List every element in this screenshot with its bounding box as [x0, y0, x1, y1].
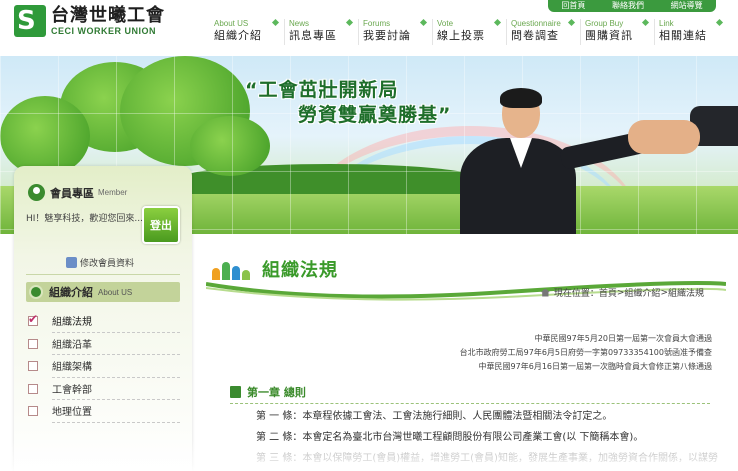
nav-label-cn: 相關連結	[659, 29, 707, 42]
section-title-cn: 組織介紹	[49, 286, 93, 299]
sidebar-item-label: 工會幹部	[52, 384, 92, 396]
nav-label-cn: 組織介紹	[214, 29, 262, 42]
sidebar-item-officers[interactable]: 工會幹部	[28, 378, 180, 400]
logo-name-cn: 台灣世曦工會	[51, 4, 165, 26]
checkmark-icon: ✔	[28, 312, 39, 326]
checkbox-icon	[28, 406, 38, 416]
member-greeting: HI！魅享科技，歡迎您回來....	[26, 214, 146, 224]
article-item: 第 二 條：本會定名為臺北市台灣世曦工程顧問股份有限公司產業工會(以 下簡稱本會…	[256, 432, 644, 443]
nav-forums[interactable]: Forums 我要討論	[358, 18, 432, 45]
sidebar: 會員專區 Member HI！魅享科技，歡迎您回來.... 登出 修改會員資料 …	[14, 166, 192, 471]
member-title-cn: 會員專區	[50, 186, 94, 200]
article-item: 第 三 條：本會以保障勞工(會員)權益，增進勞工(會員)知能，發展生產事業，加強…	[256, 453, 718, 464]
nav-label-cn: 問卷調查	[511, 29, 559, 42]
approval-note: 中華民國97年6月16日第一屆第一次臨時會員大會修正第八條通過	[478, 362, 712, 371]
logo-mark-letter: S	[17, 6, 36, 36]
breadcrumb-about[interactable]: 組織介紹	[624, 286, 660, 299]
nav-link[interactable]: Link 相關連結	[654, 18, 728, 45]
breadcrumb-prefix: 現在位置：	[553, 289, 599, 299]
site-header: S 台灣世曦工會 CECI WORKER UNION 回首頁 聯絡我們 網站導覽…	[0, 0, 738, 56]
sidebar-item-label: 地理位置	[52, 407, 92, 419]
main-content: 組織法規 現在位置： 首頁 > 組織介紹 > 組織法規 中華民國97年5月20日…	[200, 234, 738, 471]
logo-name-en: CECI WORKER UNION	[51, 25, 156, 36]
nav-label-cn: 線上投票	[437, 29, 485, 42]
sidebar-item-history[interactable]: 組織沿革	[28, 333, 180, 355]
banner-slogan-line2: 勞資雙贏奠勝基”	[298, 104, 452, 126]
member-section-title: 會員專區 Member	[28, 184, 127, 201]
people-icon	[212, 258, 252, 280]
sidebar-item-label: 組織架構	[52, 362, 92, 374]
nav-label-cn: 我要討論	[363, 29, 411, 42]
site-logo[interactable]: S 台灣世曦工會 CECI WORKER UNION	[14, 5, 165, 37]
breadcrumb-current: 組織法規	[667, 289, 704, 299]
sidebar-item-location[interactable]: 地理位置	[28, 400, 180, 423]
chapter-heading: 第一章 總則	[230, 384, 710, 404]
divider	[26, 274, 180, 275]
sitemap-link[interactable]: 網站導覽	[671, 1, 703, 11]
approval-note: 中華民國97年5月20日第一屆第一次會員大會通過	[534, 334, 712, 343]
nav-about[interactable]: About US 組織介紹	[210, 18, 284, 45]
chapter-title: 第一章 總則	[247, 386, 306, 399]
user-edit-icon	[66, 257, 77, 268]
section-title-en: About US	[98, 287, 133, 297]
handshake-image	[628, 120, 700, 154]
nav-vote[interactable]: Vote 線上投票	[432, 18, 506, 45]
nav-group-buy[interactable]: Group Buy 團購資訊	[580, 18, 654, 45]
breadcrumb-separator: >	[660, 287, 668, 298]
home-icon	[540, 288, 550, 297]
page-title-area: 組織法規 現在位置： 首頁 > 組織介紹 > 組織法規	[206, 244, 726, 304]
breadcrumb-home[interactable]: 首頁	[599, 286, 617, 299]
book-icon	[230, 386, 241, 398]
about-section-header: 組織介紹 About US	[26, 282, 180, 302]
breadcrumb-separator: >	[616, 287, 625, 298]
sidebar-item-structure[interactable]: 組織架構	[28, 355, 180, 378]
nav-label-cn: 團購資訊	[585, 29, 633, 42]
member-icon	[28, 184, 45, 201]
approval-note: 台北市政府勞工局97年6月5日府勞一字第09733354100號函准予備查	[459, 348, 712, 357]
edit-member-label: 修改會員資料	[80, 259, 135, 269]
nav-questionnaire[interactable]: Questionnaire 問卷調查	[506, 18, 580, 45]
breadcrumb: 現在位置： 首頁 > 組織介紹 > 組織法規	[540, 286, 704, 299]
about-submenu: ✔ 組織法規 組織沿革 組織架構 工會幹部 地理位置	[28, 310, 180, 423]
article-item: 第 一 條：本章程依據工會法、工會法施行細則、人民團體法暨相關法令訂定之。	[256, 411, 613, 422]
nav-label-cn: 訊息專區	[289, 29, 337, 42]
home-link[interactable]: 回首頁	[561, 1, 585, 11]
logout-button[interactable]: 登出	[142, 206, 180, 244]
article-list: 第 一 條：本章程依據工會法、工會法施行細則、人民團體法暨相關法令訂定之。 第 …	[256, 406, 718, 469]
magnifier-icon	[29, 285, 43, 299]
sidebar-item-regulations[interactable]: ✔ 組織法規	[28, 310, 180, 333]
main-nav: About US 組織介紹 News 訊息專區 Forums 我要討論 Vote…	[210, 18, 728, 45]
edit-member-link[interactable]: 修改會員資料	[66, 256, 134, 269]
logo-text: 台灣世曦工會 CECI WORKER UNION	[51, 4, 165, 37]
nav-news[interactable]: News 訊息專區	[284, 18, 358, 45]
top-links-bar: 回首頁 聯絡我們 網站導覽	[548, 0, 716, 12]
sidebar-item-label: 組織法規	[52, 317, 92, 329]
checkbox-icon	[28, 383, 38, 394]
contact-link[interactable]: 聯絡我們	[612, 1, 644, 11]
sidebar-item-label: 組織沿革	[52, 339, 92, 351]
logo-icon: S	[14, 5, 46, 37]
checkbox-icon	[28, 338, 38, 349]
regulation-approval-notes: 中華民國97年5月20日第一屆第一次會員大會通過 台北市政府勞工局97年6月5日…	[460, 332, 712, 374]
banner-slogan-line1: “工會茁壯開新局	[245, 79, 399, 101]
member-title-en: Member	[98, 188, 128, 197]
checkbox-icon	[28, 361, 38, 371]
